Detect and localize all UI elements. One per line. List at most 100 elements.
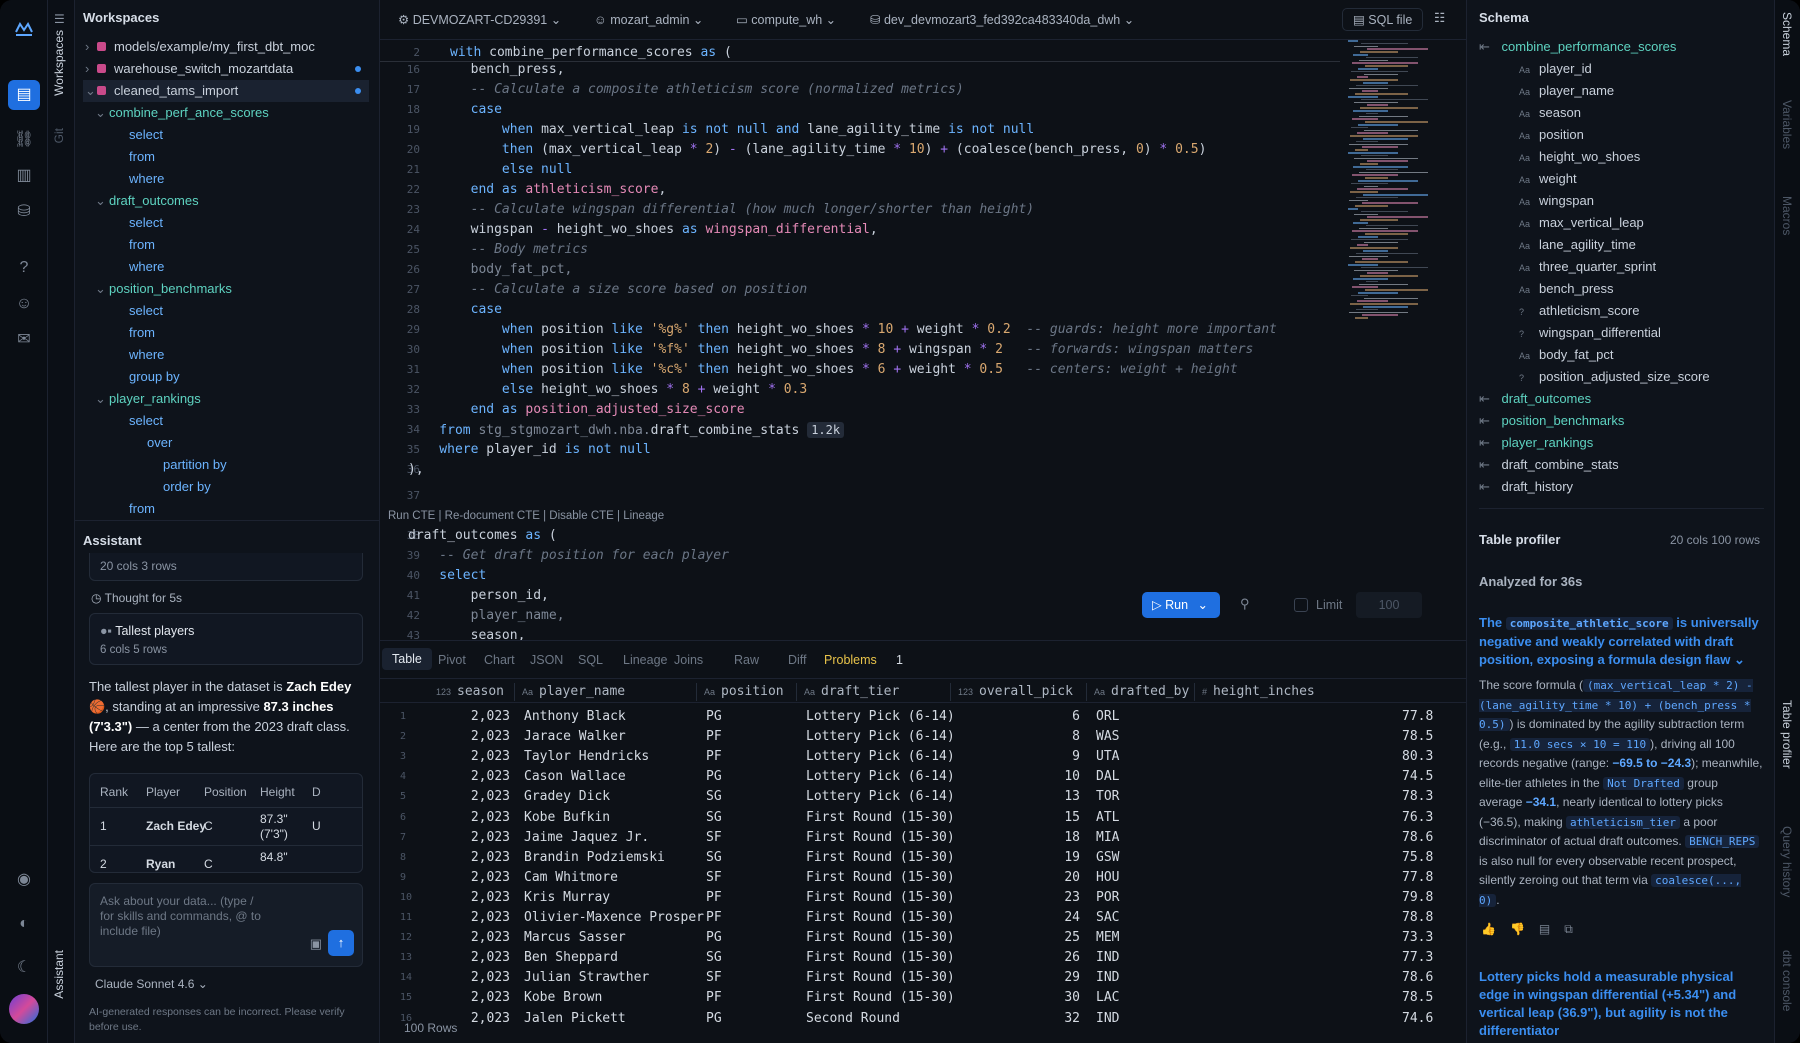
table-cell[interactable]: WAS: [1096, 727, 1119, 747]
sql-file-button[interactable]: ▤ SQL file: [1342, 8, 1424, 31]
results-tab[interactable]: Chart: [484, 653, 515, 667]
tab-variables[interactable]: Variables: [1780, 100, 1794, 149]
outline-keyword[interactable]: where: [83, 256, 369, 278]
table-cell[interactable]: First Round (15-30): [806, 948, 955, 968]
column-header[interactable]: 123 season: [436, 681, 504, 703]
table-cell[interactable]: SG: [706, 787, 722, 807]
table-cell[interactable]: Julian Strawther: [524, 968, 649, 988]
code-line[interactable]: Run CTE | Re-document CTE | Disable CTE …: [388, 506, 664, 526]
schema-column[interactable]: Aa season: [1479, 102, 1764, 124]
table-cell[interactable]: 23: [1064, 888, 1080, 908]
table-cell[interactable]: 2,023: [471, 747, 510, 767]
table-cell[interactable]: Brandin Podziemski: [524, 848, 665, 868]
table-cell[interactable]: TOR: [1096, 787, 1119, 807]
workspace-file[interactable]: ⌄ cleaned_tams_import: [83, 80, 369, 102]
column-header[interactable]: Aa draft_tier: [804, 681, 899, 703]
table-cell[interactable]: DAL: [1096, 767, 1119, 787]
table-cell[interactable]: Olivier-Maxence Prosper: [524, 908, 704, 928]
table-cell[interactable]: 74.5: [1402, 767, 1466, 787]
outline-keyword[interactable]: select: [83, 410, 369, 432]
schema-column[interactable]: Aa player_id: [1479, 58, 1764, 80]
avatar[interactable]: [9, 994, 39, 1024]
table-cell[interactable]: 76.3: [1402, 808, 1466, 828]
results-tab[interactable]: Pivot: [438, 653, 466, 667]
table-cell[interactable]: 2,023: [471, 848, 510, 868]
table-cell[interactable]: 29: [1064, 968, 1080, 988]
table-cell[interactable]: HOU: [1096, 868, 1119, 888]
column-header[interactable]: # height_inches: [1202, 681, 1315, 703]
insight-heading-2[interactable]: Lottery picks hold a measurable physical…: [1479, 968, 1763, 1040]
list-icon[interactable]: ☰: [54, 12, 65, 26]
table-cell[interactable]: 77.8: [1402, 707, 1466, 727]
results-tab[interactable]: Diff: [788, 653, 807, 667]
column-divider[interactable]: [1086, 683, 1087, 701]
table-cell[interactable]: 78.8: [1402, 908, 1466, 928]
table-cell[interactable]: LAC: [1096, 988, 1119, 1008]
table-cell[interactable]: 2,023: [471, 727, 510, 747]
column-header[interactable]: Aa player_name: [522, 681, 625, 703]
table-cell[interactable]: Gradey Dick: [524, 787, 610, 807]
table-cell[interactable]: PF: [706, 747, 722, 767]
workspace-file[interactable]: › models/example/my_first_dbt_moc: [83, 36, 369, 58]
results-tab[interactable]: SQL: [578, 653, 603, 667]
cte-actions[interactable]: Run CTE | Re-document CTE | Disable CTE …: [388, 510, 664, 522]
table-cell[interactable]: First Round (15-30): [806, 808, 955, 828]
table-cell[interactable]: 15: [1064, 808, 1080, 828]
table-cell[interactable]: First Round (15-30): [806, 888, 955, 908]
table-cell[interactable]: 80.3: [1402, 747, 1466, 767]
outline-keyword[interactable]: from: [83, 498, 369, 520]
table-cell[interactable]: PG: [706, 1009, 722, 1029]
schema-column[interactable]: Aa max_vertical_leap: [1479, 212, 1764, 234]
table-cell[interactable]: SF: [706, 968, 722, 988]
outline-cte[interactable]: ⌄ player_rankings: [83, 388, 369, 410]
results-tab[interactable]: Joins: [674, 653, 703, 667]
table-cell[interactable]: 2,023: [471, 968, 510, 988]
schema-column[interactable]: Aa bench_press: [1479, 278, 1764, 300]
table-cell[interactable]: Cam Whitmore: [524, 868, 618, 888]
table-cell[interactable]: POR: [1096, 888, 1119, 908]
table-cell[interactable]: 25: [1064, 928, 1080, 948]
table-cell[interactable]: 78.6: [1402, 968, 1466, 988]
limit-checkbox[interactable]: [1294, 598, 1308, 612]
model-selector[interactable]: Claude Sonnet 4.6 ⌄: [95, 977, 208, 991]
moon-icon[interactable]: ☾: [12, 956, 36, 980]
table-cell[interactable]: GSW: [1096, 848, 1119, 868]
table-cell[interactable]: 19: [1064, 848, 1080, 868]
table-cell[interactable]: 2,023: [471, 1009, 510, 1029]
table-cell[interactable]: ORL: [1096, 707, 1119, 727]
schema-column[interactable]: ? athleticism_score: [1479, 300, 1764, 322]
outline-keyword[interactable]: over: [83, 432, 369, 454]
table-cell[interactable]: 2,023: [471, 808, 510, 828]
table-cell[interactable]: PG: [706, 928, 722, 948]
table-cell[interactable]: 77.8: [1402, 868, 1466, 888]
schema-table[interactable]: ⇤ player_rankings: [1479, 432, 1764, 454]
table-cell[interactable]: PG: [706, 707, 722, 727]
table-cell[interactable]: 78.5: [1402, 727, 1466, 747]
schema-table[interactable]: ⇤ position_benchmarks: [1479, 410, 1764, 432]
outline-cte[interactable]: ⌄ draft_outcomes: [83, 190, 369, 212]
table-cell[interactable]: 2,023: [471, 707, 510, 727]
column-divider[interactable]: [696, 683, 697, 701]
account-selector[interactable]: ⚙ DEVMOZART-CD29391 ⌄: [398, 12, 561, 27]
table-cell[interactable]: 74.6: [1402, 1009, 1466, 1029]
schema-table[interactable]: ⇤ draft_combine_stats: [1479, 454, 1764, 476]
table-cell[interactable]: 10: [1064, 767, 1080, 787]
table-cell[interactable]: IND: [1096, 1009, 1119, 1029]
user-icon[interactable]: ☺: [12, 292, 36, 316]
tab-assistant[interactable]: Assistant: [52, 950, 66, 999]
table-cell[interactable]: Cason Wallace: [524, 767, 626, 787]
table-cell[interactable]: First Round (15-30): [806, 828, 955, 848]
table-cell[interactable]: First Round (15-30): [806, 908, 955, 928]
table-cell[interactable]: 2,023: [471, 828, 510, 848]
table-cell[interactable]: Kris Murray: [524, 888, 610, 908]
table-cell[interactable]: SG: [706, 948, 722, 968]
column-divider[interactable]: [514, 683, 515, 701]
outline-keyword[interactable]: where: [83, 168, 369, 190]
tab-macros[interactable]: Macros: [1780, 196, 1794, 235]
table-cell[interactable]: 2,023: [471, 908, 510, 928]
table-cell[interactable]: First Round (15-30): [806, 868, 955, 888]
outline-keyword[interactable]: group by: [83, 366, 369, 388]
table-cell[interactable]: 6: [1072, 707, 1080, 727]
schema-table[interactable]: ⇤ draft_outcomes: [1479, 388, 1764, 410]
table-cell[interactable]: Jalen Pickett: [524, 1009, 626, 1029]
